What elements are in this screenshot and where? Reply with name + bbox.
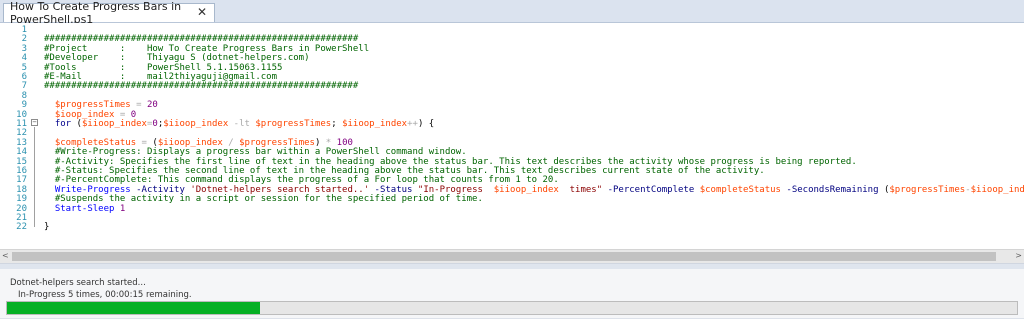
fold-margin: − <box>31 23 41 249</box>
code-token: -lt <box>228 119 256 129</box>
line-number: 22 <box>16 222 27 233</box>
tab-script-file[interactable]: How To Create Progress Bars in PowerShel… <box>3 0 215 26</box>
horizontal-scrollbar[interactable]: < > <box>0 249 1024 263</box>
code-token: Start-Sleep <box>44 203 115 214</box>
console-pane[interactable]: Dotnet-helpers search started... In-Prog… <box>0 263 1024 331</box>
code-token: ; <box>331 119 343 129</box>
code-token: $completeStatus <box>699 184 781 195</box>
console-input-area[interactable] <box>0 318 1024 331</box>
code-line: for ($iioop_index=0;$iioop_index -lt $pr… <box>44 119 435 129</box>
code-token: $iioop_index <box>493 184 559 195</box>
code-token: ++ <box>407 119 418 129</box>
code-token: for <box>44 119 77 129</box>
code-token: $iioop_index <box>342 119 408 129</box>
code-token: -PercentComplete <box>602 184 700 195</box>
fold-guide <box>34 127 35 227</box>
code-token: $iioop_index <box>81 119 147 129</box>
code-token: $iioop_index <box>163 119 229 129</box>
code-line: Start-Sleep 1 <box>44 203 126 214</box>
progress-bar <box>6 301 1018 315</box>
collapse-icon[interactable]: − <box>31 119 38 126</box>
code-token: 1 <box>114 203 126 214</box>
code-line: ########################################… <box>44 82 358 91</box>
console-splitter[interactable] <box>0 264 1024 269</box>
progress-status: In-Progress 5 times, 00:00:15 remaining. <box>18 290 192 300</box>
tab-bar: How To Create Progress Bars in PowerShel… <box>0 0 1024 26</box>
code-token: ) { <box>417 119 435 129</box>
code-token: 20 <box>146 100 158 111</box>
scrollbar-thumb[interactable] <box>12 252 996 261</box>
code-token: $iioop_index <box>970 184 1024 195</box>
scroll-right-icon[interactable]: > <box>1015 251 1022 260</box>
code-token: times" <box>558 184 603 195</box>
code-token: -SecondsRemaining <box>780 184 884 195</box>
line-number-gutter: 1 2 3 4 5 6 7 8 9 10 11 12 13 14 15 16 17 18 19 20 21 22 <box>0 23 30 249</box>
code-line: } <box>44 223 49 232</box>
progress-bar-fill <box>7 302 260 314</box>
close-icon[interactable]: ✕ <box>197 5 207 19</box>
code-token: $progressTimes <box>889 184 966 195</box>
code-token: } <box>44 222 50 233</box>
scroll-left-icon[interactable]: < <box>2 251 9 260</box>
script-editor[interactable]: 1 2 3 4 5 6 7 8 9 10 11 12 13 14 15 16 17 18 19 20 21 22 − ##… <box>0 23 1024 249</box>
progress-activity: Dotnet-helpers search started... <box>10 278 146 288</box>
code-token: ########################################… <box>44 81 359 92</box>
code-token: $progressTimes <box>255 119 332 129</box>
